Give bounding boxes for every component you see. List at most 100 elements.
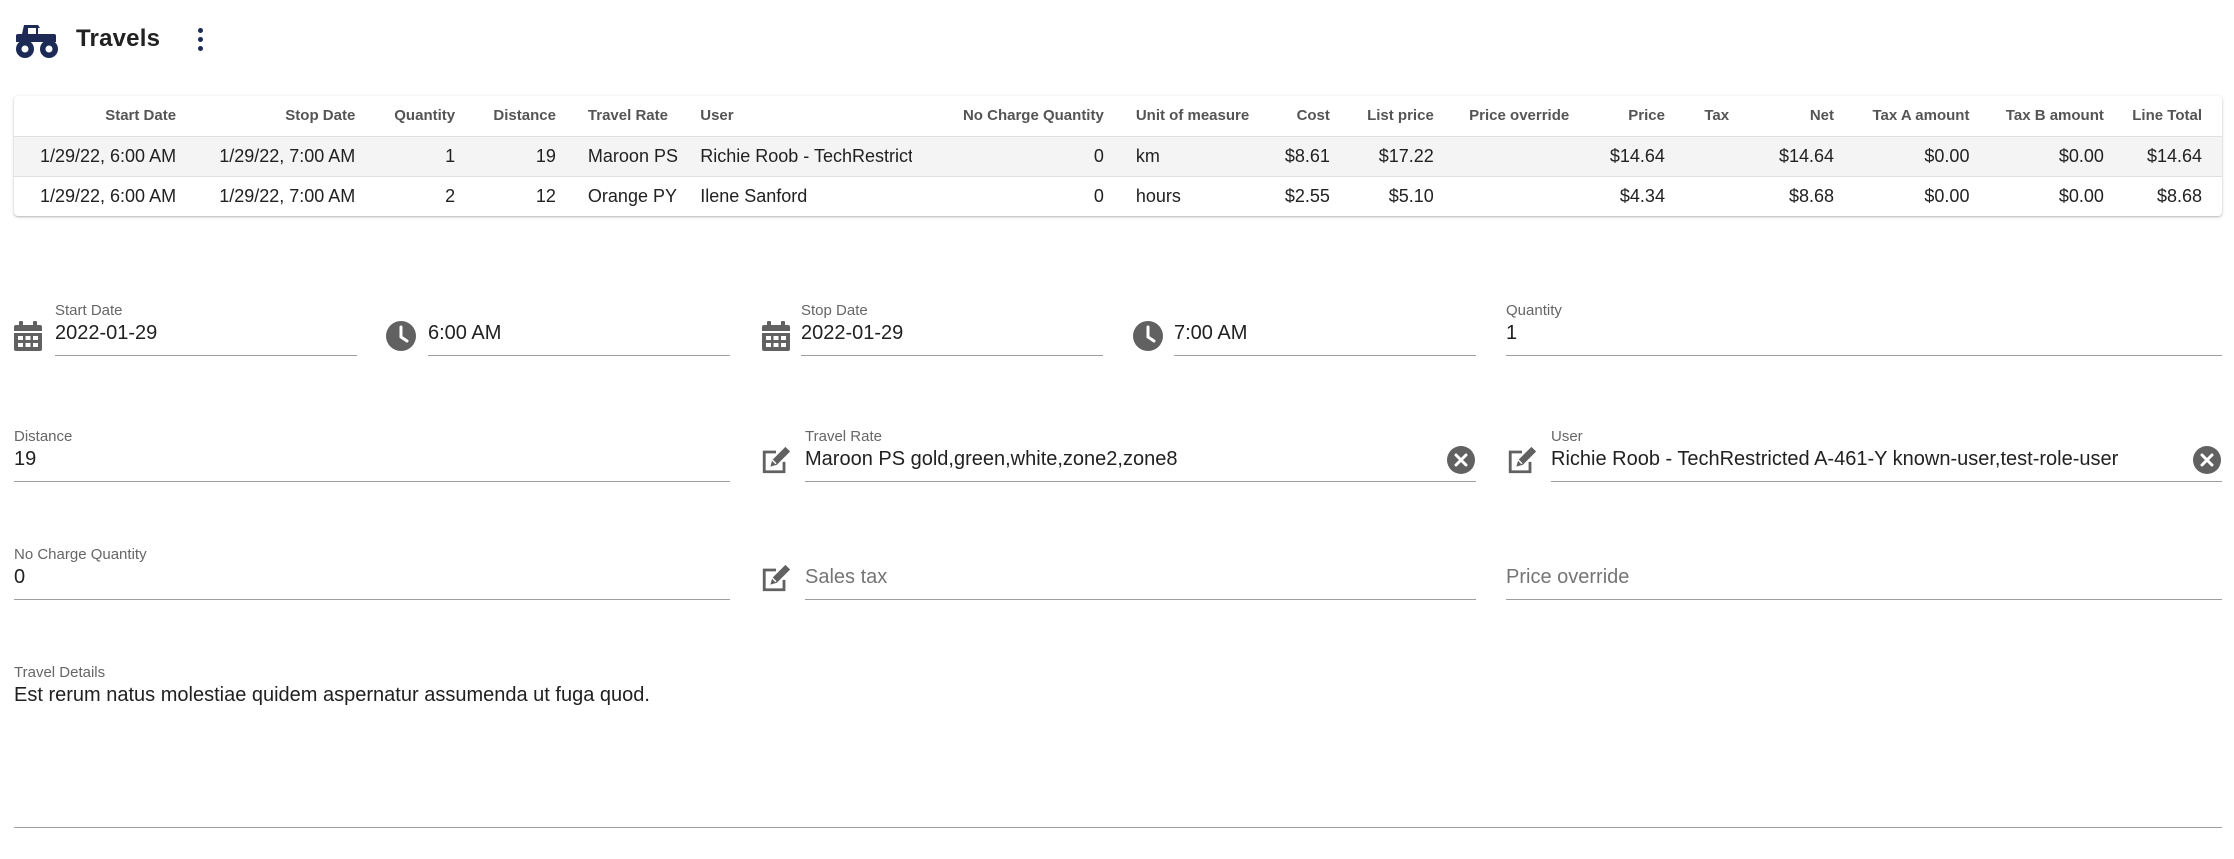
quantity-field[interactable]: Quantity 1 [1506, 302, 2222, 356]
column-header-tax-a-amount[interactable]: Tax A amount [1842, 96, 1977, 136]
column-header-unit-of-measure[interactable]: Unit of measure [1112, 96, 1252, 136]
column-header-cost[interactable]: Cost [1251, 96, 1338, 136]
no-charge-quantity-field[interactable]: No Charge Quantity 0 [14, 546, 730, 600]
cell-unit-of-measure: hours [1111, 175, 1252, 216]
cell-stop-date: 1/29/22, 7:00 AM [184, 175, 364, 216]
sales-tax-input[interactable]: Sales tax [805, 566, 887, 589]
column-header-net[interactable]: Net [1737, 96, 1842, 136]
column-header-tax-b-amount[interactable]: Tax B amount [1977, 96, 2111, 136]
cell-cost: $8.61 [1251, 135, 1338, 176]
user-field[interactable]: User Richie Roob - TechRestricted A-461-… [1551, 428, 2222, 482]
cell-quantity: 1 [363, 135, 464, 176]
cell-unit-of-measure: km [1111, 135, 1252, 176]
cell-quantity: 2 [363, 175, 464, 216]
calendar-icon[interactable] [12, 320, 44, 352]
cell-travel-rate: Orange PY [563, 175, 693, 216]
column-header-stop-date[interactable]: Stop Date [184, 96, 363, 136]
column-header-quantity[interactable]: Quantity [363, 96, 463, 136]
distance-input[interactable]: 19 [14, 448, 36, 471]
cell-line-total: $8.68 [2111, 175, 2222, 216]
column-header-list-price[interactable]: List price [1338, 96, 1442, 136]
cell-price: $14.64 [1577, 135, 1673, 176]
distance-field[interactable]: Distance 19 [14, 428, 730, 482]
cell-net: $14.64 [1737, 135, 1842, 176]
edit-icon[interactable] [760, 562, 792, 594]
cell-tax [1672, 135, 1738, 176]
cell-price-override [1441, 135, 1578, 176]
cell-distance: 12 [463, 175, 564, 216]
cell-distance: 19 [463, 135, 564, 176]
cell-no-charge-quantity: 0 [912, 175, 1112, 216]
stop-date-label: Stop Date [801, 302, 868, 319]
stop-date-field[interactable]: Stop Date 2022-01-29 [801, 302, 1103, 356]
table-header-row: Start Date Stop Date Quantity Distance T… [14, 96, 2222, 136]
cell-tax-b-amount: $0.00 [1977, 175, 2112, 216]
edit-icon[interactable] [1506, 444, 1538, 476]
table-row[interactable]: 1/29/22, 6:00 AM 1/29/22, 7:00 AM 2 12 O… [14, 175, 2222, 216]
travels-table-card: Start Date Stop Date Quantity Distance T… [14, 96, 2222, 216]
travel-details-label: Travel Details [14, 664, 106, 681]
cell-tax-a-amount: $0.00 [1842, 135, 1978, 176]
user-input[interactable]: Richie Roob - TechRestricted A-461-Y kno… [1551, 448, 2182, 471]
quantity-label: Quantity [1506, 302, 1562, 319]
cell-list-price: $17.22 [1337, 135, 1442, 176]
travels-table: Start Date Stop Date Quantity Distance T… [14, 96, 2222, 216]
cell-tax-a-amount: $0.00 [1842, 175, 1978, 216]
page-title: Travels [76, 25, 161, 52]
cell-line-total: $14.64 [2111, 135, 2222, 176]
travel-rate-input[interactable]: Maroon PS gold,green,white,zone2,zone8 [805, 448, 1436, 471]
clear-icon[interactable] [1447, 446, 1475, 474]
column-header-price-override[interactable]: Price override [1442, 96, 1577, 136]
calendar-icon[interactable] [760, 320, 792, 352]
cell-list-price: $5.10 [1337, 175, 1442, 216]
travel-details-textarea[interactable]: Est rerum natus molestiae quidem asperna… [14, 684, 650, 707]
clock-icon[interactable] [1132, 320, 1164, 352]
column-header-travel-rate[interactable]: Travel Rate [564, 96, 692, 136]
start-time-field[interactable]: 6:00 AM [428, 302, 730, 356]
stop-time-input[interactable]: 7:00 AM [1174, 322, 1247, 345]
clear-icon[interactable] [2193, 446, 2221, 474]
cell-price: $4.34 [1577, 175, 1673, 216]
travel-rate-field[interactable]: Travel Rate Maroon PS gold,green,white,z… [805, 428, 1476, 482]
stop-date-input[interactable]: 2022-01-29 [801, 322, 903, 345]
price-override-field[interactable]: Price override [1506, 546, 2222, 600]
column-header-price[interactable]: Price [1577, 96, 1673, 136]
start-date-label: Start Date [55, 302, 123, 319]
cell-user: Richie Roob - TechRestricted [692, 135, 913, 176]
table-row[interactable]: 1/29/22, 6:00 AM 1/29/22, 7:00 AM 1 19 M… [14, 135, 2222, 176]
column-header-line-total[interactable]: Line Total [2112, 96, 2222, 136]
distance-label: Distance [14, 428, 73, 445]
column-header-tax[interactable]: Tax [1673, 96, 1737, 136]
user-label: User [1551, 428, 1583, 445]
column-header-start-date[interactable]: Start Date [14, 96, 184, 136]
column-header-no-charge-quantity[interactable]: No Charge Quantity [912, 96, 1112, 136]
no-charge-quantity-label: No Charge Quantity [14, 546, 147, 563]
start-date-field[interactable]: Start Date 2022-01-29 [55, 302, 357, 356]
cell-no-charge-quantity: 0 [912, 135, 1112, 176]
cell-net: $8.68 [1737, 175, 1842, 216]
cell-start-date: 1/29/22, 6:00 AM [14, 135, 185, 176]
cell-user: Ilene Sanford [692, 175, 913, 216]
clock-icon[interactable] [385, 320, 417, 352]
cell-travel-rate: Maroon PS [563, 135, 693, 176]
column-header-distance[interactable]: Distance [463, 96, 564, 136]
cell-stop-date: 1/29/22, 7:00 AM [184, 135, 364, 176]
price-override-input[interactable]: Price override [1506, 566, 1629, 589]
sales-tax-field[interactable]: Sales tax [805, 546, 1476, 600]
no-charge-quantity-input[interactable]: 0 [14, 566, 25, 589]
cell-tax-b-amount: $0.00 [1977, 135, 2112, 176]
cell-cost: $2.55 [1251, 175, 1338, 216]
cell-price-override [1441, 175, 1578, 216]
cell-start-date: 1/29/22, 6:00 AM [14, 175, 185, 216]
column-header-user[interactable]: User [692, 96, 912, 136]
start-date-input[interactable]: 2022-01-29 [55, 322, 157, 345]
travel-details-field[interactable]: Travel Details Est rerum natus molestiae… [14, 664, 2222, 828]
edit-icon[interactable] [760, 444, 792, 476]
quantity-input[interactable]: 1 [1506, 322, 1517, 345]
monster-truck-icon [16, 25, 58, 58]
stop-time-field[interactable]: 7:00 AM [1174, 302, 1476, 356]
cell-tax [1672, 175, 1738, 216]
more-vertical-icon[interactable] [188, 19, 212, 59]
app-header: Travels [14, 14, 212, 64]
start-time-input[interactable]: 6:00 AM [428, 322, 501, 345]
